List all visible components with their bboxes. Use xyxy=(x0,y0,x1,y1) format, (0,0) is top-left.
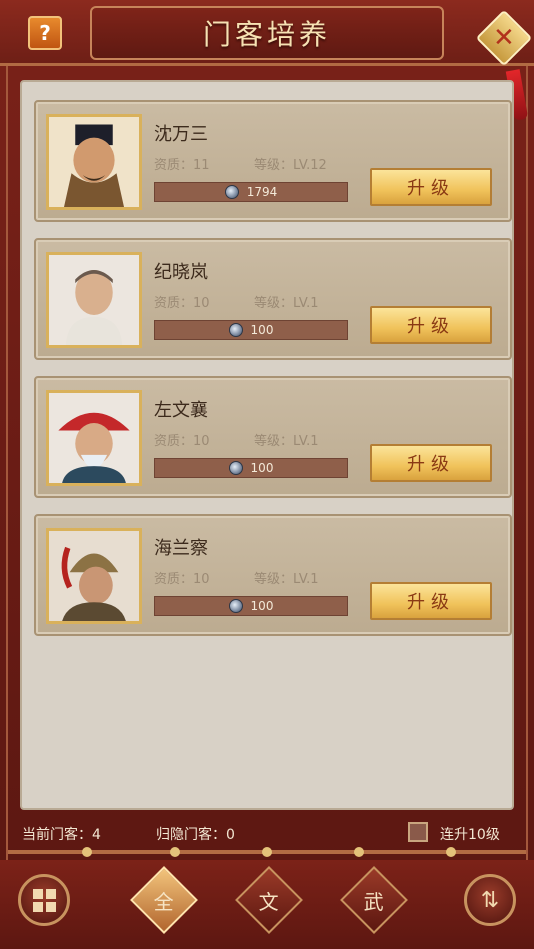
tab-all-label: 全 xyxy=(154,889,174,914)
bottom-nav: 全 文 武 ⇅ xyxy=(0,860,534,949)
portrait-ji-xiaolan xyxy=(46,252,142,348)
retainer-name: 左文襄 xyxy=(154,400,208,421)
quality-stat: 资质：10 xyxy=(154,572,210,587)
rope-knot xyxy=(170,847,180,857)
portrait-zuo-wenxiang xyxy=(46,390,142,486)
quality-label: 资质 xyxy=(154,296,181,311)
cost-bar: 1794 xyxy=(154,182,348,202)
retainer-name: 纪晓岚 xyxy=(154,262,208,283)
quality-stat: 资质：10 xyxy=(154,434,210,449)
level-label: 等级 xyxy=(254,158,281,173)
quality-stat: 资质：10 xyxy=(154,296,210,311)
silver-coin-icon xyxy=(228,461,243,475)
level-label: 等级 xyxy=(254,296,281,311)
retainer-list-panel: 沈万三 资质：11 等级：LV.12 1794 升级 纪晓岚 资质：10 等级： xyxy=(20,80,514,810)
retired-retainers-count: 归隐门客：0 xyxy=(156,827,235,843)
continuous-upgrade-label: 连升10级 xyxy=(440,827,500,843)
level-stat: 等级：LV.1 xyxy=(254,572,319,587)
portrait-shen-wansan xyxy=(46,114,142,210)
retainer-card: 左文襄 资质：10 等级：LV.1 100 升级 xyxy=(34,376,512,498)
quality-label: 资质 xyxy=(154,434,181,449)
continuous-upgrade-checkbox[interactable] xyxy=(408,822,428,842)
rope-knot xyxy=(262,847,272,857)
level-stat: 等级：LV.1 xyxy=(254,296,319,311)
rope-knot xyxy=(446,847,456,857)
level-value: LV.1 xyxy=(293,572,319,587)
cost-bar: 100 xyxy=(154,596,348,616)
cost-value: 100 xyxy=(250,323,274,337)
level-value: LV.12 xyxy=(293,158,327,173)
upgrade-button[interactable]: 升级 xyxy=(370,168,492,206)
close-button[interactable]: ✕ xyxy=(475,9,533,67)
quality-value: 10 xyxy=(193,434,210,449)
rope-knot xyxy=(354,847,364,857)
sort-arrows-icon: ⇅ xyxy=(480,887,500,913)
quality-stat: 资质：11 xyxy=(154,158,210,173)
quality-value: 11 xyxy=(193,158,210,173)
quality-value: 10 xyxy=(193,296,210,311)
cost-value: 100 xyxy=(250,599,274,613)
divider-rope xyxy=(8,847,526,857)
tab-military-label: 武 xyxy=(364,889,384,914)
title-bar: ? 门客培养 ✕ xyxy=(0,0,534,67)
upgrade-button[interactable]: 升级 xyxy=(370,306,492,344)
portrait-hai-lancha xyxy=(46,528,142,624)
level-label: 等级 xyxy=(254,434,281,449)
tab-military[interactable]: 武 xyxy=(340,866,408,934)
silver-coin-icon xyxy=(224,185,239,199)
grid-icon xyxy=(32,888,56,912)
cost-value: 100 xyxy=(250,461,274,475)
level-stat: 等级：LV.1 xyxy=(254,434,319,449)
quality-label: 资质 xyxy=(154,158,181,173)
upgrade-button[interactable]: 升级 xyxy=(370,582,492,620)
tab-civil-label: 文 xyxy=(259,889,279,914)
close-icon: ✕ xyxy=(493,22,515,53)
upgrade-button[interactable]: 升级 xyxy=(370,444,492,482)
tab-civil[interactable]: 文 xyxy=(235,866,303,934)
level-value: LV.1 xyxy=(293,296,319,311)
level-label: 等级 xyxy=(254,572,281,587)
help-button[interactable]: ? xyxy=(28,16,62,50)
retainer-name: 沈万三 xyxy=(154,124,208,145)
silver-coin-icon xyxy=(228,599,243,613)
cost-bar: 100 xyxy=(154,458,348,478)
cost-bar: 100 xyxy=(154,320,348,340)
footer-info: 当前门客：4 归隐门客：0 连升10级 xyxy=(20,818,514,846)
cost-value: 1794 xyxy=(246,185,278,199)
page-title: 门客培养 xyxy=(202,18,331,51)
current-retainers-count: 当前门客：4 xyxy=(22,827,101,843)
menu-grid-button[interactable] xyxy=(18,874,70,926)
retainer-card: 海兰察 资质：10 等级：LV.1 100 升级 xyxy=(34,514,512,636)
sort-button[interactable]: ⇅ xyxy=(464,874,516,926)
silver-coin-icon xyxy=(228,323,243,337)
retainer-name: 海兰察 xyxy=(154,538,208,559)
title-plate: 门客培养 xyxy=(90,6,444,60)
quality-label: 资质 xyxy=(154,572,181,587)
tab-all[interactable]: 全 xyxy=(130,866,198,934)
quality-value: 10 xyxy=(193,572,210,587)
retainer-card: 纪晓岚 资质：10 等级：LV.1 100 升级 xyxy=(34,238,512,360)
retainer-card: 沈万三 资质：11 等级：LV.12 1794 升级 xyxy=(34,100,512,222)
level-value: LV.1 xyxy=(293,434,319,449)
level-stat: 等级：LV.12 xyxy=(254,158,327,173)
rope-knot xyxy=(82,847,92,857)
